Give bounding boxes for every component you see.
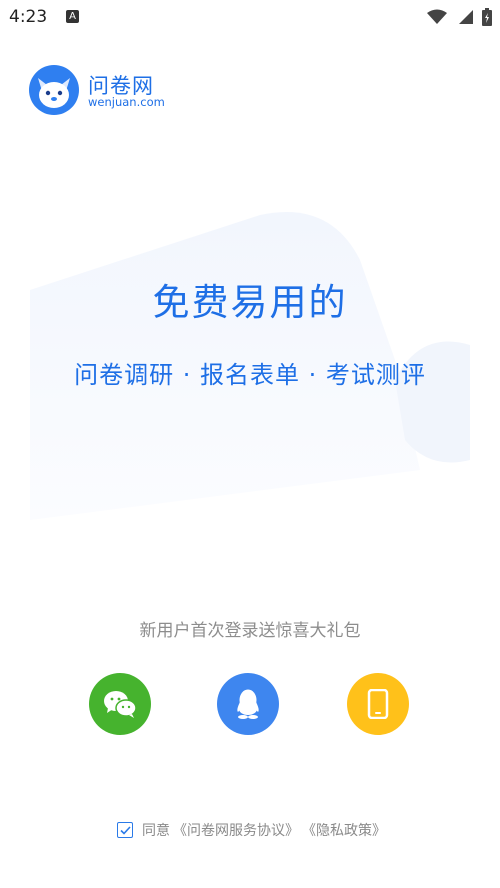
wechat-icon bbox=[104, 691, 137, 718]
fox-mascot-icon bbox=[29, 65, 79, 115]
checkmark-icon bbox=[119, 825, 131, 835]
wifi-icon bbox=[427, 9, 448, 24]
agreement-prefix: 同意 bbox=[142, 823, 170, 839]
agreement-row: 同意 《问卷网服务协议》 《隐私政策》 bbox=[0, 820, 500, 840]
privacy-link[interactable]: 《隐私政策》 bbox=[302, 820, 386, 840]
battery-icon bbox=[482, 8, 492, 26]
hero-headline: 免费易用的 bbox=[152, 281, 348, 324]
status-icons bbox=[423, 7, 492, 27]
status-bar: 4:23 A bbox=[0, 0, 500, 34]
agreement-checkbox[interactable] bbox=[117, 822, 133, 838]
notification-icon: A bbox=[66, 10, 79, 23]
phone-login-button[interactable] bbox=[347, 673, 409, 735]
brand-url: wenjuan.com bbox=[88, 95, 165, 109]
status-time: 4:23 bbox=[9, 7, 48, 27]
promo-text: 新用户首次登录送惊喜大礼包 bbox=[139, 621, 361, 641]
wechat-login-button[interactable] bbox=[89, 673, 151, 735]
terms-link[interactable]: 《问卷网服务协议》 bbox=[173, 820, 299, 840]
phone-icon bbox=[367, 689, 389, 719]
hero-tagline: 问卷调研 · 报名表单 · 考试测评 bbox=[74, 361, 426, 389]
signal-icon bbox=[458, 10, 473, 24]
qq-login-button[interactable] bbox=[217, 673, 279, 735]
background-decoration bbox=[30, 212, 470, 520]
qq-icon bbox=[237, 689, 259, 719]
